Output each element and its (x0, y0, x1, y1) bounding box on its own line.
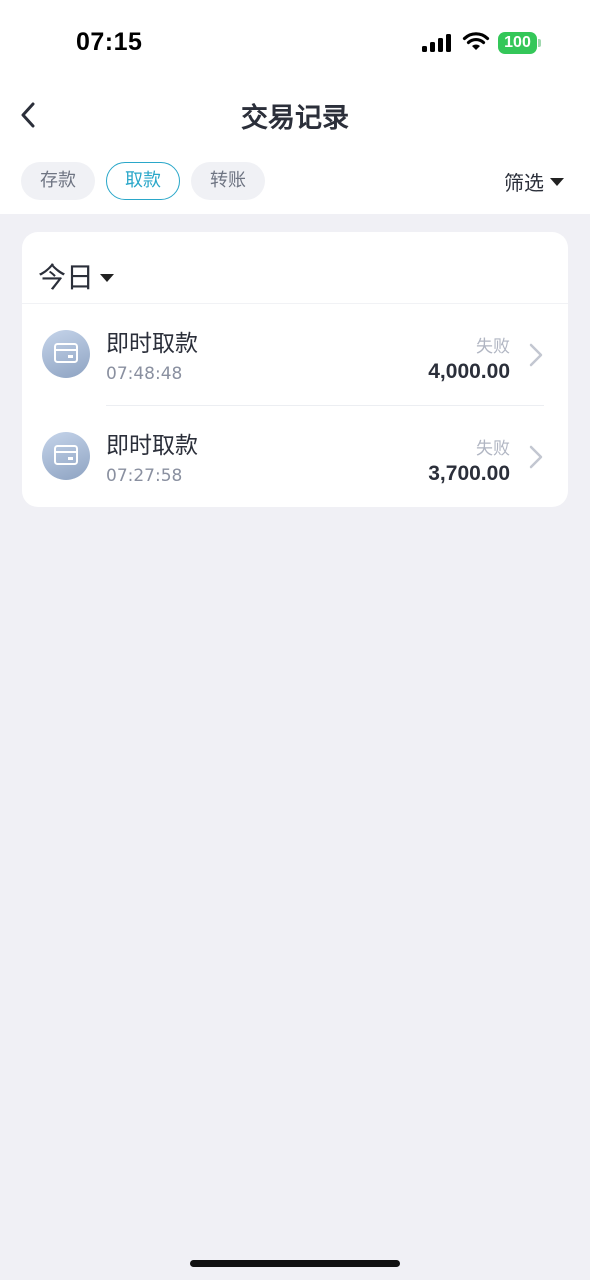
transaction-time: 07:48:48 (106, 364, 183, 384)
chevron-right-icon (529, 445, 543, 469)
filter-label: 筛选 (504, 170, 544, 195)
transaction-row[interactable]: 即时取款 07:27:58 失败 3,700.00 (22, 406, 568, 507)
page-title: 交易记录 (241, 103, 349, 134)
signal-icon (422, 34, 451, 52)
battery-icon: 100 (498, 32, 542, 54)
tab-transfer[interactable]: 转账 (191, 162, 265, 200)
tab-deposit[interactable]: 存款 (21, 162, 95, 200)
transaction-title: 即时取款 (106, 331, 198, 357)
transaction-row[interactable]: 即时取款 07:48:48 失败 4,000.00 (22, 304, 568, 406)
card-icon (42, 432, 90, 480)
transaction-amount: 3,700.00 (428, 462, 510, 485)
filter-button[interactable]: 筛选 (504, 166, 564, 196)
chevron-left-icon (21, 102, 35, 128)
home-indicator (190, 1260, 400, 1267)
transaction-time: 07:27:58 (106, 466, 183, 486)
caret-down-icon (100, 273, 115, 282)
wifi-icon (462, 32, 490, 50)
date-selector[interactable]: 今日 (38, 256, 115, 296)
transaction-status: 失败 (476, 337, 510, 357)
transaction-status: 失败 (476, 439, 510, 459)
caret-down-icon (550, 178, 564, 186)
battery-cap (538, 39, 541, 47)
transaction-title: 即时取款 (106, 433, 198, 459)
status-time: 07:15 (76, 28, 143, 56)
transaction-card: 今日 即时取款 07:48:48 失败 4,000.00 即时取款 07:27:… (22, 232, 568, 507)
chevron-right-icon (529, 343, 543, 367)
back-button[interactable] (14, 98, 44, 132)
battery-level: 100 (498, 32, 537, 54)
card-icon (42, 330, 90, 378)
transaction-amount: 4,000.00 (428, 360, 510, 383)
status-bar: 07:15 100 (0, 0, 590, 88)
date-label: 今日 (38, 261, 95, 294)
tab-withdraw[interactable]: 取款 (106, 162, 180, 200)
